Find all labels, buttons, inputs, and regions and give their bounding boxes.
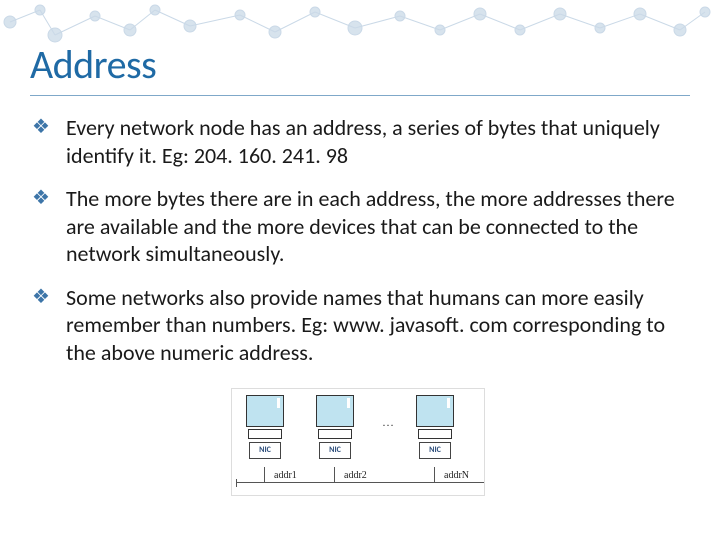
network-diagram-figure: NIC NIC NIC … addr1 addr2 addrN bbox=[231, 388, 485, 496]
addr-label: addr2 bbox=[344, 470, 367, 481]
computer-icon: NIC bbox=[316, 395, 354, 451]
bullet-item: ❖ Some networks also provide names that … bbox=[32, 284, 684, 367]
page-title: Address bbox=[30, 40, 690, 89]
drop-line bbox=[334, 467, 335, 483]
nic-label: NIC bbox=[419, 442, 451, 459]
drop-line bbox=[264, 467, 265, 483]
four-diamond-bullet-icon: ❖ bbox=[32, 118, 50, 136]
nic-label: NIC bbox=[249, 442, 281, 459]
bullet-text: Every network node has an address, a ser… bbox=[66, 114, 660, 169]
bullet-item: ❖ Every network node has an address, a s… bbox=[32, 114, 684, 169]
bullet-text: Some networks also provide names that hu… bbox=[66, 284, 665, 366]
drop-line bbox=[434, 467, 435, 483]
four-diamond-bullet-icon: ❖ bbox=[32, 189, 50, 207]
addr-label: addrN bbox=[444, 470, 469, 481]
bullet-item: ❖ The more bytes there are in each addre… bbox=[32, 185, 684, 268]
nic-label: NIC bbox=[319, 442, 351, 459]
network-bus-line bbox=[236, 482, 484, 483]
computer-icon: NIC bbox=[416, 395, 454, 451]
bullet-list: ❖ Every network node has an address, a s… bbox=[30, 114, 690, 366]
addr-label: addr1 bbox=[274, 470, 297, 481]
ellipsis-icon: … bbox=[382, 415, 394, 430]
computer-icon: NIC bbox=[246, 395, 284, 451]
title-underline bbox=[30, 95, 690, 96]
bullet-text: The more bytes there are in each address… bbox=[66, 185, 675, 267]
four-diamond-bullet-icon: ❖ bbox=[32, 288, 50, 306]
